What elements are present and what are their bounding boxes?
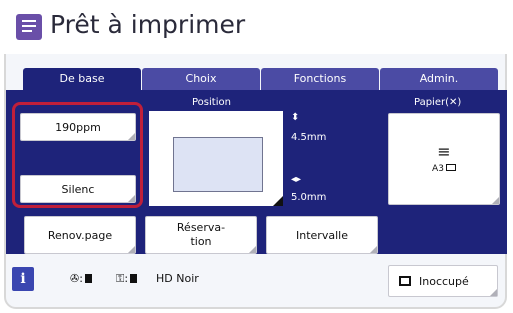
- vertical-offset: 4.5mm: [291, 132, 327, 143]
- position-label: Position: [192, 97, 231, 108]
- busy-status-label: Inoccupé: [419, 274, 469, 288]
- tab-de-base[interactable]: De base: [23, 68, 141, 90]
- ink-icon: ⚿: [116, 272, 125, 285]
- paper-sheet-preview: [173, 137, 263, 192]
- horizontal-arrows-icon: ◂▸: [291, 174, 302, 185]
- paper-size: A3: [432, 164, 456, 174]
- paper-size-text: A3: [432, 164, 444, 174]
- ink-level-icon: [130, 274, 138, 283]
- intervalle-button[interactable]: Intervalle: [266, 216, 378, 254]
- button-corner-icon: [128, 246, 135, 253]
- button-corner-icon: [370, 246, 377, 253]
- tab-choix[interactable]: Choix: [142, 68, 260, 90]
- selection-highlight: [12, 102, 143, 208]
- paper-orientation-icon: [445, 164, 456, 171]
- reservation-label: Réserva- tion: [176, 221, 226, 248]
- button-corner-icon: [492, 197, 499, 204]
- color-mode: HD Noir: [156, 272, 199, 285]
- paper-label: Papier(✕): [414, 97, 461, 108]
- printer-icon: [399, 276, 411, 286]
- ink-status: ⚿:: [116, 272, 138, 286]
- info-button[interactable]: i: [12, 267, 34, 291]
- drum-icon: ✇: [70, 272, 80, 285]
- button-corner-icon: [490, 289, 497, 296]
- renov-page-label: Renov.page: [47, 228, 113, 242]
- tab-admin[interactable]: Admin.: [380, 68, 498, 90]
- paper-label-text: Papier(: [414, 97, 449, 108]
- paper-label-close: ): [457, 97, 462, 108]
- renov-page-button[interactable]: Renov.page: [24, 216, 136, 254]
- button-corner-icon: [249, 246, 256, 253]
- horizontal-offset: 5.0mm: [291, 192, 327, 203]
- paper-button[interactable]: ≡ A3: [388, 113, 500, 205]
- page-title: Prêt à imprimer: [50, 10, 246, 39]
- position-preview[interactable]: [149, 111, 283, 206]
- reservation-button[interactable]: Réserva- tion: [145, 216, 257, 254]
- drum-level-icon: [84, 274, 92, 283]
- paper-tray-icon: ≡: [437, 142, 451, 161]
- busy-status-button[interactable]: Inoccupé: [388, 265, 498, 297]
- tab-fonctions[interactable]: Fonctions: [261, 68, 379, 90]
- document-list-icon: [16, 14, 42, 40]
- intervalle-label: Intervalle: [296, 228, 348, 242]
- vertical-arrows-icon: ⬍: [291, 112, 300, 123]
- drum-status: ✇:: [70, 272, 92, 285]
- preview-corner-icon: [273, 196, 283, 206]
